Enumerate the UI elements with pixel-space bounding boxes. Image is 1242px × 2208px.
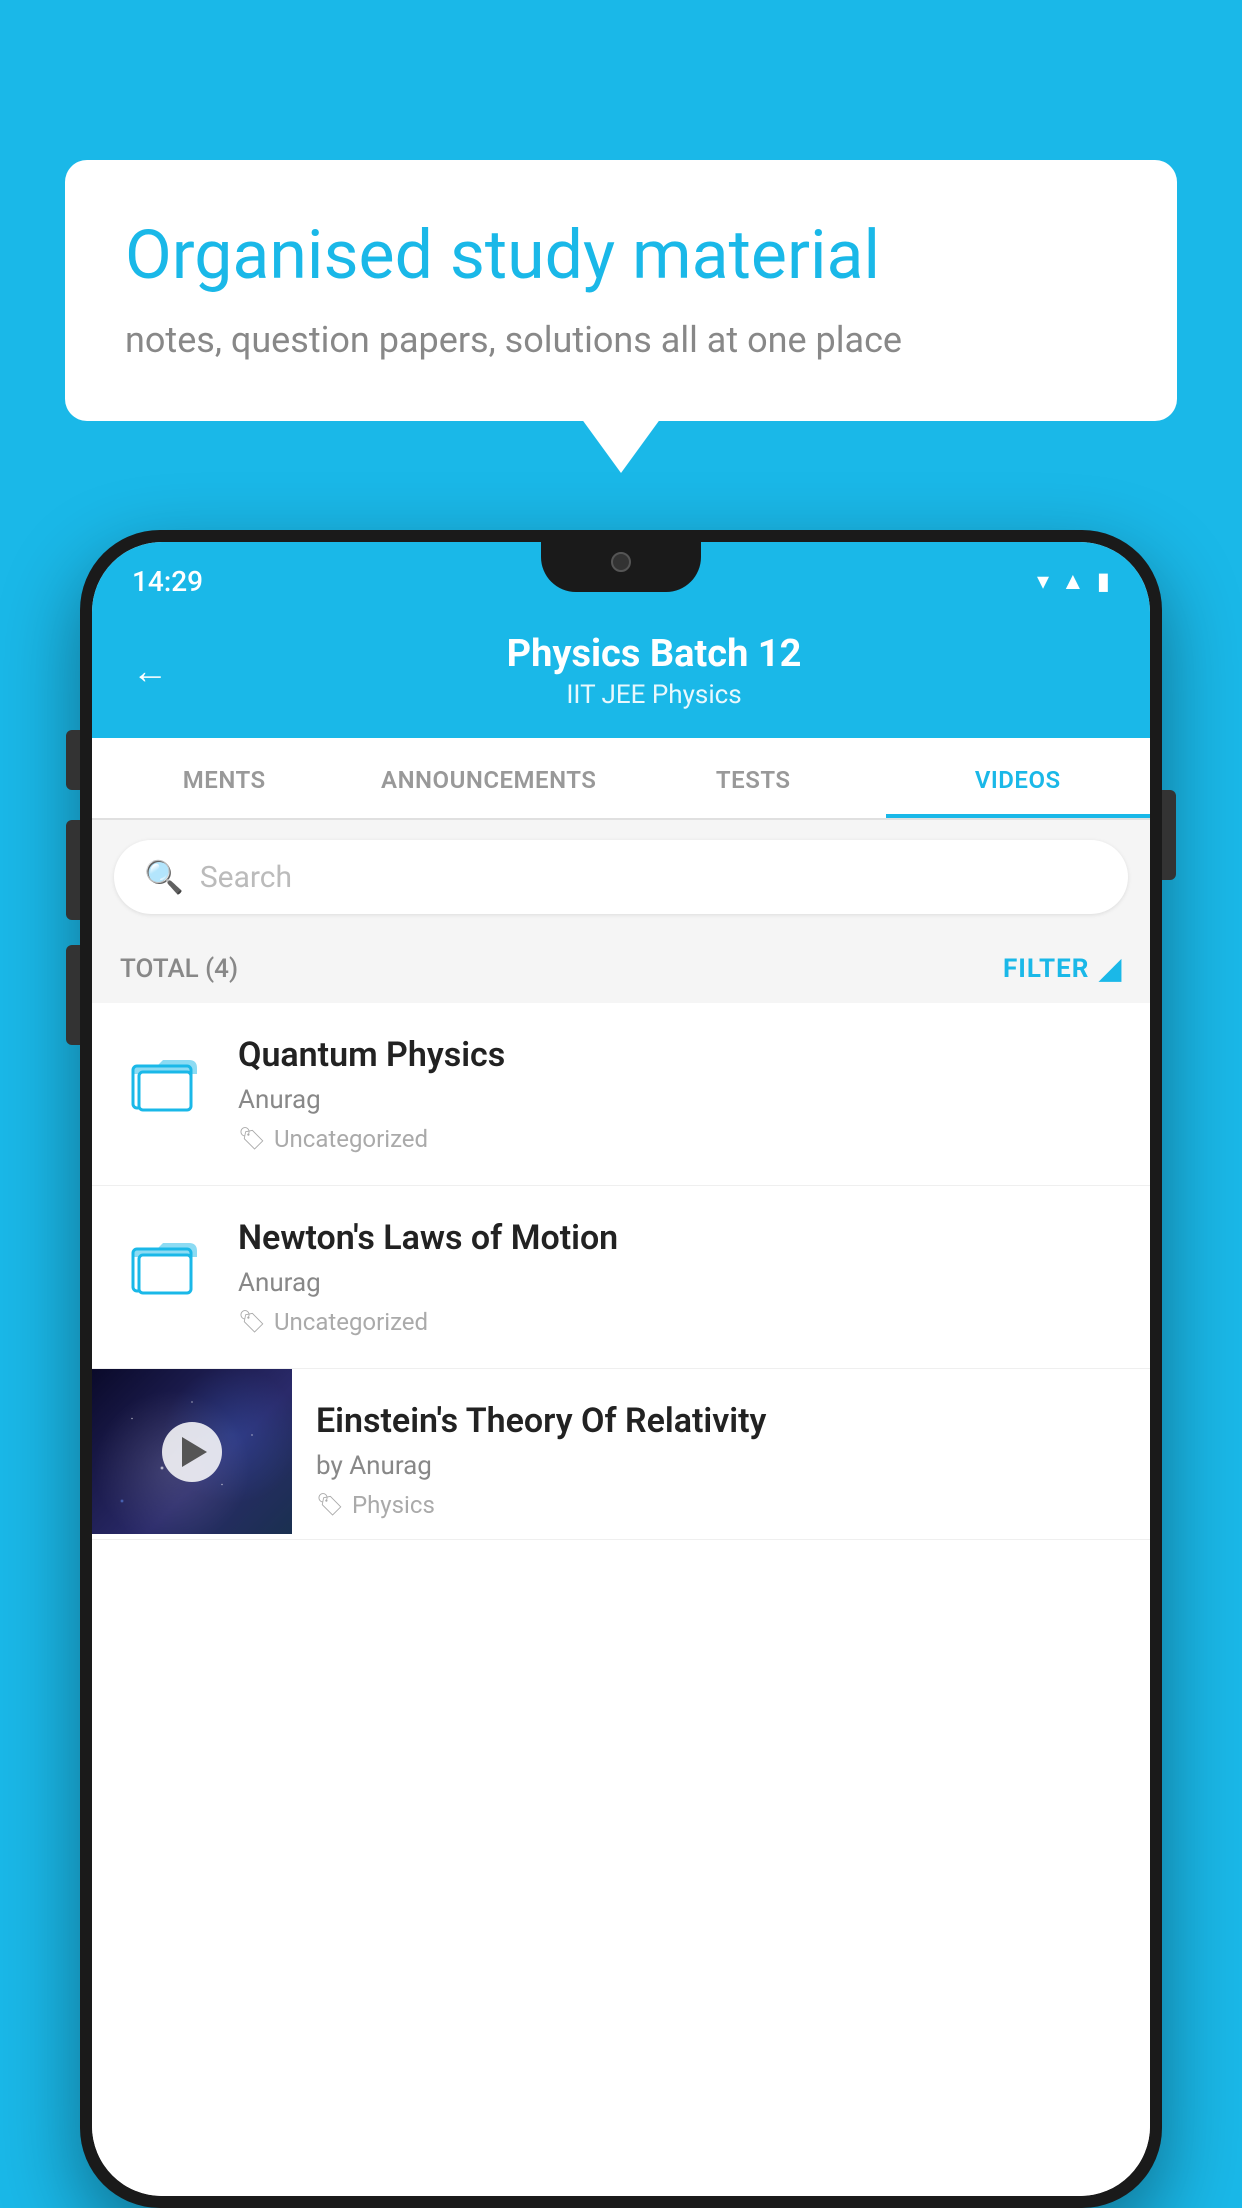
- search-icon: 🔍: [144, 858, 184, 896]
- video-title: Quantum Physics: [238, 1035, 1122, 1075]
- speech-bubble: Organised study material notes, question…: [65, 160, 1177, 421]
- tab-ments[interactable]: MENTS: [92, 738, 357, 818]
- folder-icon: [120, 1218, 210, 1308]
- phone-notch: [541, 542, 701, 592]
- play-button[interactable]: [162, 1422, 222, 1482]
- tag-icon: 🏷: [238, 1127, 266, 1152]
- tab-videos[interactable]: VIDEOS: [886, 738, 1151, 818]
- tag-label: Uncategorized: [274, 1125, 428, 1153]
- camera-dot: [611, 552, 631, 572]
- video-item-info: Quantum Physics Anurag 🏷 Uncategorized: [238, 1035, 1122, 1153]
- video-author: by Anurag: [316, 1451, 1122, 1481]
- phone-side-btn-right: [1162, 790, 1176, 880]
- speech-bubble-subtitle: notes, question papers, solutions all at…: [125, 319, 1117, 361]
- search-input[interactable]: Search: [200, 860, 292, 895]
- speech-bubble-title: Organised study material: [125, 215, 1117, 297]
- video-tag: 🏷 Physics: [316, 1491, 1122, 1519]
- filter-row: TOTAL (4) FILTER ◢: [92, 934, 1150, 1003]
- video-thumbnail: [92, 1369, 292, 1534]
- signal-icon: ▲: [1061, 567, 1085, 596]
- video-author: Anurag: [238, 1085, 1122, 1115]
- search-container: 🔍 Search: [92, 820, 1150, 934]
- tag-icon: 🏷: [238, 1310, 266, 1335]
- phone-side-btn-left-power: [66, 945, 80, 1045]
- video-title: Einstein's Theory Of Relativity: [316, 1401, 1122, 1441]
- header-subtitle: IIT JEE Physics: [198, 680, 1110, 710]
- play-triangle-icon: [182, 1437, 207, 1467]
- phone-container: 14:29 ▾ ▲ ▮ ← Physics Batch 12 IIT JEE P…: [80, 530, 1162, 2208]
- video-tag: 🏷 Uncategorized: [238, 1125, 1122, 1153]
- phone-side-btn-left-volume-down: [66, 820, 80, 920]
- video-list: Quantum Physics Anurag 🏷 Uncategorized: [92, 1003, 1150, 2196]
- tab-tests[interactable]: TESTS: [621, 738, 886, 818]
- list-item[interactable]: Quantum Physics Anurag 🏷 Uncategorized: [92, 1003, 1150, 1186]
- tabs-bar: MENTS ANNOUNCEMENTS TESTS VIDEOS: [92, 738, 1150, 820]
- phone-side-btn-left-volume-up: [66, 730, 80, 790]
- speech-bubble-container: Organised study material notes, question…: [65, 160, 1177, 421]
- status-time: 14:29: [132, 565, 203, 598]
- total-count: TOTAL (4): [120, 954, 238, 984]
- search-box[interactable]: 🔍 Search: [114, 840, 1128, 914]
- phone-outer: 14:29 ▾ ▲ ▮ ← Physics Batch 12 IIT JEE P…: [80, 530, 1162, 2208]
- list-item[interactable]: Einstein's Theory Of Relativity by Anura…: [92, 1369, 1150, 1540]
- tag-icon: 🏷: [316, 1493, 344, 1518]
- wifi-icon: ▾: [1037, 567, 1049, 595]
- app-header: ← Physics Batch 12 IIT JEE Physics: [92, 612, 1150, 738]
- filter-label: FILTER: [1003, 954, 1089, 984]
- filter-button[interactable]: FILTER ◢: [1003, 952, 1122, 985]
- phone-screen: 14:29 ▾ ▲ ▮ ← Physics Batch 12 IIT JEE P…: [92, 542, 1150, 2196]
- video-item-info: Einstein's Theory Of Relativity by Anura…: [292, 1369, 1150, 1539]
- battery-icon: ▮: [1097, 567, 1110, 595]
- header-title: Physics Batch 12: [198, 632, 1110, 676]
- list-item[interactable]: Newton's Laws of Motion Anurag 🏷 Uncateg…: [92, 1186, 1150, 1369]
- folder-icon: [120, 1035, 210, 1125]
- tag-label: Uncategorized: [274, 1308, 428, 1336]
- back-button[interactable]: ←: [132, 650, 168, 692]
- header-title-group: Physics Batch 12 IIT JEE Physics: [198, 632, 1110, 710]
- video-author: Anurag: [238, 1268, 1122, 1298]
- video-tag: 🏷 Uncategorized: [238, 1308, 1122, 1336]
- tab-announcements[interactable]: ANNOUNCEMENTS: [357, 738, 622, 818]
- status-icons: ▾ ▲ ▮: [1037, 567, 1110, 596]
- filter-funnel-icon: ◢: [1099, 952, 1122, 985]
- tag-label: Physics: [352, 1491, 435, 1519]
- video-item-info: Newton's Laws of Motion Anurag 🏷 Uncateg…: [238, 1218, 1122, 1336]
- video-title: Newton's Laws of Motion: [238, 1218, 1122, 1258]
